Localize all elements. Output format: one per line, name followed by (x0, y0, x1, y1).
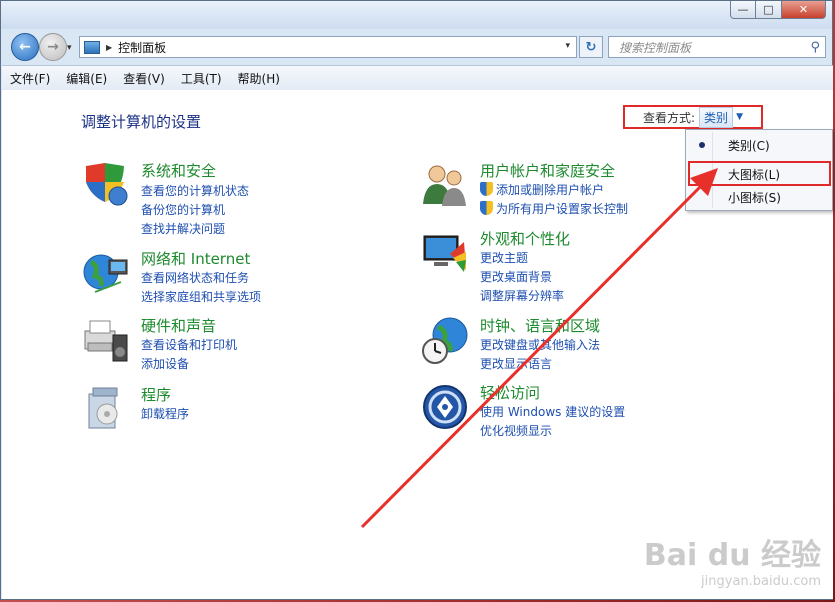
shield-pc-icon[interactable] (81, 160, 131, 210)
watermark-logo: Bai du 经验 (643, 538, 821, 573)
watermark-url: jingyan.baidu.com (701, 574, 821, 589)
link-parental-controls[interactable]: 为所有用户设置家长控制 (480, 200, 628, 217)
search-box[interactable]: 搜索控制面板 ⚲ (608, 36, 826, 58)
link-network-status[interactable]: 查看网络状态和任务 (141, 269, 249, 286)
uac-shield-icon (480, 182, 493, 196)
baidu-watermark: Bai du 经验 jingyan.baidu.com (644, 530, 821, 589)
menu-tools[interactable]: 工具(T) (173, 70, 230, 87)
breadcrumb-separator-icon[interactable]: ▶ (106, 43, 112, 52)
radio-selected-icon (699, 142, 705, 148)
menu-item-label: 小图标(S) (728, 190, 781, 205)
category-title[interactable]: 时钟、语言和区域 (480, 315, 600, 336)
category-ease-of-access: 轻松访问 使用 Windows 建议的设置 优化视频显示 (420, 382, 700, 442)
category-hardware-sound: 硬件和声音 查看设备和打印机 添加设备 (81, 315, 361, 375)
view-by-menu: 类别(C) 大图标(L) 小图标(S) (685, 129, 833, 211)
category-system-security: 系统和安全 查看您的计算机状态 备份您的计算机 查找并解决问题 (81, 160, 361, 236)
search-icon[interactable]: ⚲ (810, 40, 820, 55)
address-bar[interactable]: ▶ 控制面板 ▾ (79, 36, 577, 58)
window-controls: — □ ✕ (730, 1, 826, 19)
link-backup-computer[interactable]: 备份您的计算机 (141, 201, 225, 218)
category-title[interactable]: 网络和 Internet (141, 248, 250, 269)
refresh-button[interactable]: ↻ (579, 36, 603, 58)
link-change-display-language[interactable]: 更改显示语言 (480, 355, 552, 372)
forward-button[interactable]: → (39, 33, 67, 61)
link-troubleshoot[interactable]: 查找并解决问题 (141, 220, 225, 237)
recent-pages-dropdown[interactable]: ▾ (67, 43, 72, 53)
network-globe-icon[interactable] (81, 248, 131, 298)
category-appearance: 外观和个性化 更改主题 更改桌面背景 调整屏幕分辨率 (420, 228, 700, 303)
programs-box-icon[interactable] (81, 384, 131, 434)
users-icon[interactable] (420, 160, 470, 210)
minimize-button[interactable]: — (730, 1, 756, 19)
link-optimize-video-display[interactable]: 优化视频显示 (480, 422, 552, 439)
clock-globe-icon[interactable] (420, 315, 470, 365)
link-windows-recommended-settings[interactable]: 使用 Windows 建议的设置 (480, 403, 625, 420)
breadcrumb-control-panel[interactable]: 控制面板 (118, 39, 166, 56)
link-view-computer-status[interactable]: 查看您的计算机状态 (141, 182, 249, 199)
menu-edit[interactable]: 编辑(E) (58, 70, 115, 87)
link-add-device[interactable]: 添加设备 (141, 355, 189, 372)
title-bar: — □ ✕ (1, 1, 832, 29)
view-by-label: 查看方式: (643, 110, 696, 125)
category-title[interactable]: 轻松访问 (480, 382, 540, 403)
search-input[interactable]: 搜索控制面板 (619, 39, 691, 56)
category-title[interactable]: 外观和个性化 (480, 228, 570, 249)
category-user-accounts: 用户帐户和家庭安全 添加或删除用户帐户 为所有用户设置家长控制 (420, 160, 700, 220)
link-uninstall-program[interactable]: 卸载程序 (141, 405, 189, 422)
category-network-internet: 网络和 Internet 查看网络状态和任务 选择家庭组和共享选项 (81, 248, 361, 308)
view-by-control: 查看方式: 类别 ▼ (623, 105, 763, 129)
menu-file[interactable]: 文件(F) (2, 70, 58, 87)
category-programs: 程序 卸载程序 (81, 384, 361, 434)
category-title[interactable]: 系统和安全 (141, 160, 216, 181)
category-clock-language: 时钟、语言和区域 更改键盘或其他输入法 更改显示语言 (420, 315, 700, 375)
menu-item-label: 类别(C) (728, 138, 770, 153)
link-add-remove-accounts[interactable]: 添加或删除用户帐户 (480, 181, 604, 198)
control-panel-window: — □ ✕ ← → ▾ ▶ 控制面板 ▾ ↻ 搜索控制面板 ⚲ 文件(F) 编辑… (0, 0, 833, 600)
menu-view[interactable]: 查看(V) (115, 70, 173, 87)
menu-item-small-icons[interactable]: 小图标(S) (686, 186, 832, 208)
navigation-bar: ← → ▾ ▶ 控制面板 ▾ ↻ 搜索控制面板 ⚲ (1, 31, 832, 63)
view-by-dropdown[interactable]: 类别 (699, 106, 734, 128)
link-change-input-method[interactable]: 更改键盘或其他输入法 (480, 336, 600, 353)
link-screen-resolution[interactable]: 调整屏幕分辨率 (480, 287, 564, 304)
back-button[interactable]: ← (11, 33, 39, 61)
link-change-desktop-background[interactable]: 更改桌面背景 (480, 268, 552, 285)
uac-shield-icon (480, 201, 493, 215)
close-button[interactable]: ✕ (782, 1, 826, 19)
category-title[interactable]: 硬件和声音 (141, 315, 216, 336)
display-palette-icon[interactable] (420, 228, 470, 278)
menu-help[interactable]: 帮助(H) (230, 70, 288, 87)
link-homegroup[interactable]: 选择家庭组和共享选项 (141, 288, 261, 305)
link-change-theme[interactable]: 更改主题 (480, 249, 528, 266)
control-panel-icon (84, 40, 100, 54)
highlight-box (688, 161, 831, 186)
maximize-button[interactable]: □ (756, 1, 782, 19)
category-title[interactable]: 用户帐户和家庭安全 (480, 160, 615, 181)
menu-item-category[interactable]: 类别(C) (686, 134, 832, 156)
menu-bar: 文件(F) 编辑(E) 查看(V) 工具(T) 帮助(H) (2, 65, 833, 91)
address-dropdown-icon[interactable]: ▾ (565, 41, 570, 51)
link-devices-printers[interactable]: 查看设备和打印机 (141, 336, 237, 353)
ease-of-access-icon[interactable] (420, 382, 470, 432)
category-title[interactable]: 程序 (141, 384, 171, 405)
printer-speaker-icon[interactable] (81, 315, 131, 365)
chevron-down-icon[interactable]: ▼ (736, 112, 743, 122)
page-title: 调整计算机的设置 (81, 113, 202, 131)
